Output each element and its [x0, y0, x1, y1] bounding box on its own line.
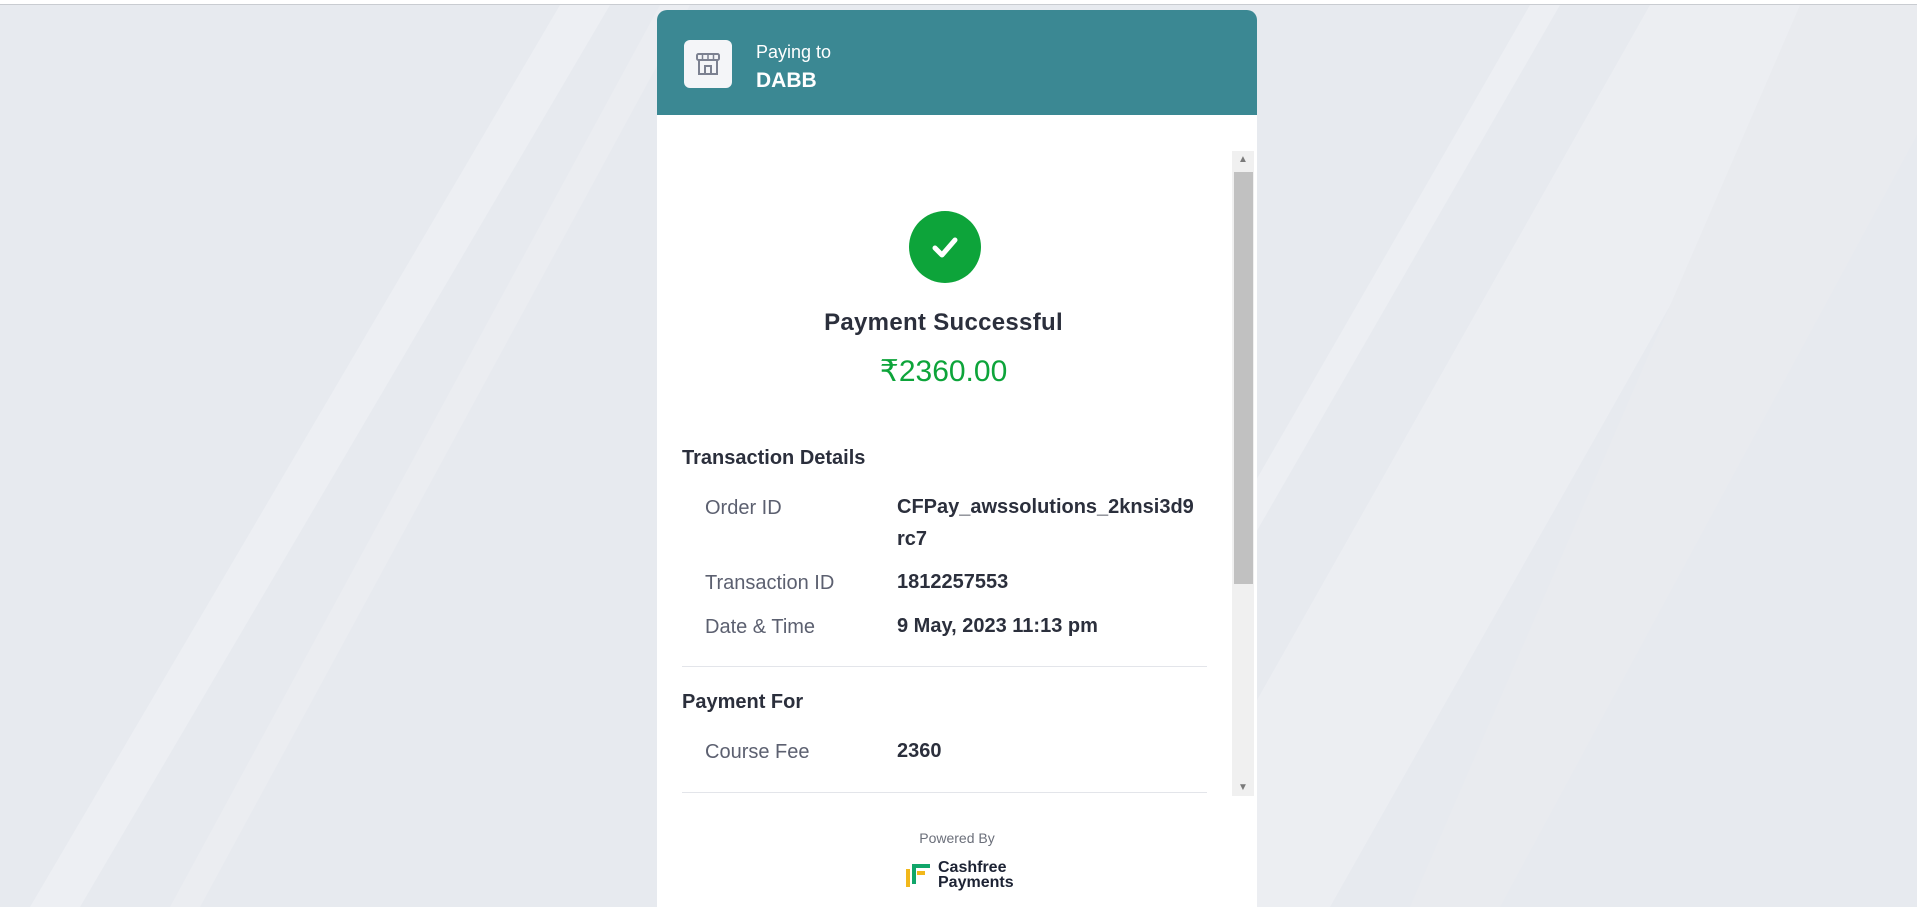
receipt-content: Payment Successful ₹2360.00 Transaction … [657, 151, 1230, 808]
course-fee-label: Course Fee [705, 741, 810, 763]
date-time-value: 9 May, 2023 11:13 pm [897, 615, 1098, 637]
card-header: Paying to DABB [657, 10, 1257, 115]
transaction-details-title: Transaction Details [682, 447, 866, 469]
order-id-label: Order ID [705, 497, 782, 519]
paying-to-label: Paying to [756, 42, 832, 62]
status-title: Payment Successful [824, 309, 1063, 336]
course-fee-value: 2360 [897, 740, 942, 762]
payment-for-title: Payment For [682, 691, 804, 713]
order-id-value: CFPay_awssolutions_2knsi3d9rc7 [897, 496, 1194, 550]
transaction-id-value: 1812257553 [897, 571, 1009, 593]
cashfree-logo-icon [906, 864, 930, 887]
payment-card: Paying to DABB Payment Successful ₹2360.… [657, 10, 1257, 907]
cashfree-logo-text: Cashfree Payments [938, 859, 1014, 891]
amount: ₹2360.00 [879, 355, 1008, 388]
scrollbar-thumb[interactable] [1234, 172, 1253, 584]
powered-by-label: Powered By [919, 830, 995, 846]
scroll-up-icon[interactable]: ▲ [1232, 151, 1254, 168]
brand-line-1: Cashfree [938, 859, 1007, 876]
divider [682, 666, 1207, 667]
brand-line-2: Payments [938, 874, 1014, 891]
store-icon [684, 40, 732, 88]
date-time-label: Date & Time [705, 616, 816, 638]
check-icon [909, 211, 981, 283]
merchant-name: DABB [756, 69, 817, 92]
scroll-down-icon[interactable]: ▼ [1232, 779, 1254, 796]
transaction-id-label: Transaction ID [705, 572, 835, 594]
receipt-scroll-area[interactable]: Payment Successful ₹2360.00 Transaction … [657, 151, 1257, 808]
scrollbar[interactable]: ▲ ▼ [1232, 151, 1254, 796]
cashfree-logo: Cashfree Payments [904, 855, 1014, 895]
divider [682, 792, 1207, 793]
